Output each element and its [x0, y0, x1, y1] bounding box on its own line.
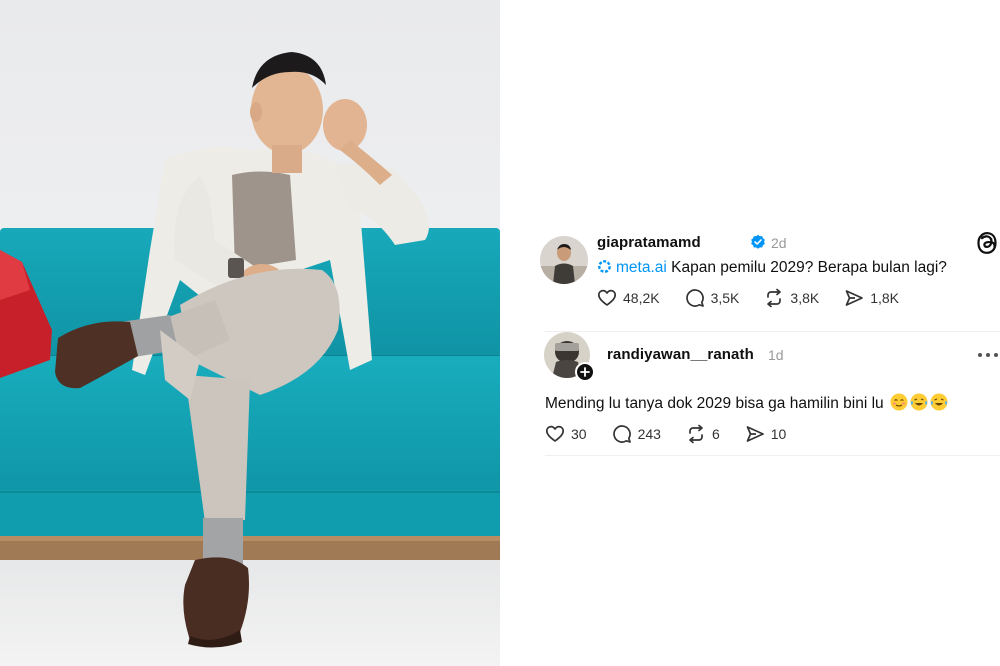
share-icon [845, 290, 864, 306]
emoji-relieved-icon [890, 393, 908, 411]
reply-comment-button[interactable]: 243 [612, 424, 661, 444]
comment-icon [685, 289, 704, 307]
repost-button[interactable]: 3,8K [764, 288, 819, 308]
reply-like-count: 30 [571, 426, 587, 442]
post-question: Kapan pemilu 2029? Berapa bulan lagi? [666, 259, 947, 276]
repost-icon [767, 288, 782, 308]
share-count: 1,8K [870, 290, 900, 306]
thread-post: giapratamamd 2d meta.ai Kapan pemilu 202… [540, 228, 1000, 444]
reply-share-count: 10 [770, 426, 787, 442]
reply-share-button[interactable]: 10 [745, 424, 787, 444]
post-divider [545, 331, 1000, 332]
post-time: 2d [771, 235, 787, 251]
emoji-laughing-icon [930, 393, 948, 411]
reply-text: Mending lu tanya dok 2029 bisa ga hamili… [545, 393, 948, 413]
post-avatar[interactable] [540, 236, 588, 284]
repost-icon [689, 424, 703, 444]
share-icon [746, 426, 764, 442]
like-button[interactable]: 48,2K [597, 288, 660, 308]
repost-count: 3,8K [790, 290, 820, 306]
man-on-sofa-photo [0, 0, 500, 666]
threads-logo-icon[interactable] [977, 232, 997, 254]
reply-divider [545, 455, 1000, 456]
comment-icon [612, 425, 631, 443]
verified-badge-icon [751, 234, 765, 249]
reply-time: 1d [768, 347, 784, 363]
heart-icon [597, 289, 617, 306]
like-count: 48,2K [623, 290, 660, 306]
reply-actions: 30 243 6 10 [545, 424, 811, 444]
photo-panel [0, 0, 500, 666]
reply-like-button[interactable]: 30 [545, 424, 587, 444]
reply-message: Mending lu tanya dok 2029 bisa ga hamili… [545, 395, 888, 412]
post-text: meta.ai Kapan pemilu 2029? Berapa bulan … [597, 259, 947, 277]
follow-plus-icon[interactable] [575, 362, 595, 382]
threads-panel: giapratamamd 2d meta.ai Kapan pemilu 202… [500, 0, 1000, 666]
post-username[interactable]: giapratamamd [597, 234, 701, 251]
reply-repost-count: 6 [711, 426, 720, 442]
reply-repost-button[interactable]: 6 [686, 424, 720, 444]
more-icon[interactable] [977, 352, 999, 358]
reply-username[interactable]: randiyawan__ranath [607, 346, 754, 363]
meta-ai-icon [598, 260, 611, 273]
meta-ai-mention[interactable]: meta.ai [616, 259, 667, 276]
emoji-laughing-icon [910, 393, 928, 411]
heart-icon [545, 425, 565, 442]
post-actions: 48,2K 3,5K 3,8K 1,8K [597, 288, 924, 308]
share-button[interactable]: 1,8K [844, 288, 899, 308]
comment-count: 3,5K [710, 290, 740, 306]
comment-button[interactable]: 3,5K [685, 288, 740, 308]
reply-comment-count: 243 [637, 426, 661, 442]
avatar-image [540, 236, 588, 284]
